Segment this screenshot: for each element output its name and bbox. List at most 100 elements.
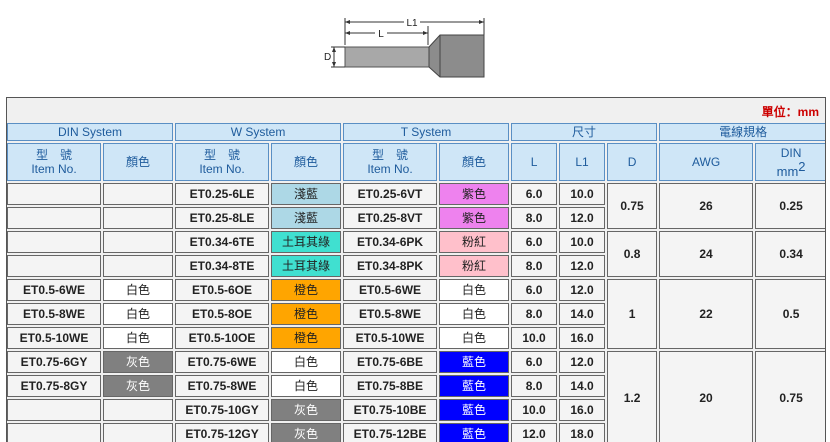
l1-cell: 12.0 (559, 207, 606, 229)
d-arrow-top (332, 47, 336, 52)
t-item-cell: ET0.34-6PK (343, 231, 438, 253)
l-label: L (378, 29, 384, 40)
t-item-cell: ET0.5-6WE (343, 279, 438, 301)
din-mm2-cell: 0.75 (755, 351, 825, 442)
w-item-cell: ET0.34-6TE (175, 231, 270, 253)
table-row: ET0.5-6WE 白色 ET0.5-6OE 橙色 ET0.5-6WE 白色 6.0 12.0… (7, 279, 825, 349)
l1-cell: 12.0 (559, 351, 606, 373)
t-color-swatch: 粉紅 (439, 231, 510, 253)
t-color-swatch: 白色 (439, 327, 510, 349)
d-cell: 1.2 (607, 351, 658, 442)
din-color-swatch (103, 399, 174, 421)
l-header: L (511, 143, 558, 181)
din-item-cell (7, 207, 101, 229)
t-color-swatch: 藍色 (439, 375, 510, 397)
unit-bar: 單位：mm (7, 98, 825, 123)
din-item-cell: ET0.75-8GY (7, 375, 101, 397)
w-item-cell: ET0.25-8LE (175, 207, 270, 229)
t-color-swatch: 白色 (439, 279, 510, 301)
w-color-swatch: 灰色 (271, 399, 342, 421)
ferrule-dimension-diagram: L1 L D (324, 15, 485, 78)
l1-arrow-right (479, 20, 484, 24)
din-item-cell: ET0.5-8WE (7, 303, 101, 325)
ferrule-spec-sheet: 單位：mm DIN System W System T System 尺寸 電線… (6, 97, 826, 442)
t-item-cell: ET0.34-8PK (343, 255, 438, 277)
l-arrow-right (423, 31, 428, 35)
din-mm2-header: DIN mm2 (755, 143, 825, 181)
din-item-header: 型 號 Item No. (7, 143, 101, 181)
awg-cell: 26 (659, 183, 754, 229)
din-item-cell (7, 255, 101, 277)
l-cell: 10.0 (511, 399, 558, 421)
table-row: ET0.25-6LE 淺藍 ET0.25-6VT 紫色 6.0 10.0 0.75 26 0.2… (7, 183, 825, 229)
l-cell: 6.0 (511, 231, 558, 253)
din-item-cell: ET0.5-10WE (7, 327, 101, 349)
t-item-cell: ET0.5-8WE (343, 303, 438, 325)
w-color-swatch: 淺藍 (271, 183, 342, 205)
w-item-cell: ET0.75-8WE (175, 375, 270, 397)
w-system-header: W System (175, 123, 342, 141)
t-item-cell: ET0.75-8BE (343, 375, 438, 397)
t-color-swatch: 白色 (439, 303, 510, 325)
w-item-cell: ET0.5-6OE (175, 279, 270, 301)
din-color-swatch (103, 207, 174, 229)
din-item-cell (7, 231, 101, 253)
t-color-swatch: 紫色 (439, 183, 510, 205)
din-color-swatch: 白色 (103, 279, 174, 301)
d-cell: 1 (607, 279, 658, 349)
l-arrow-left (345, 31, 350, 35)
t-item-header: 型 號 Item No. (343, 143, 438, 181)
l-cell: 8.0 (511, 255, 558, 277)
w-color-swatch: 土耳其綠 (271, 255, 342, 277)
w-item-cell: ET0.75-6WE (175, 351, 270, 373)
w-item-cell: ET0.5-10OE (175, 327, 270, 349)
din-color-swatch (103, 423, 174, 442)
l-cell: 8.0 (511, 207, 558, 229)
din-system-header: DIN System (7, 123, 174, 141)
l1-arrow-left (345, 20, 350, 24)
t-item-cell: ET0.75-12BE (343, 423, 438, 442)
l1-cell: 18.0 (559, 423, 606, 442)
t-item-cell: ET0.5-10WE (343, 327, 438, 349)
t-item-cell: ET0.75-10BE (343, 399, 438, 421)
l1-cell: 10.0 (559, 231, 606, 253)
w-color-swatch: 白色 (271, 351, 342, 373)
awg-cell: 20 (659, 351, 754, 442)
din-mm2-cell: 0.5 (755, 279, 825, 349)
column-header-row: 型 號 Item No. 顏色 型 號 Item No. 顏色 型 號 Item No… (7, 143, 825, 181)
t-color-swatch: 粉紅 (439, 255, 510, 277)
wire-spec-header: 電線規格 (659, 123, 825, 141)
w-color-swatch: 土耳其綠 (271, 231, 342, 253)
w-color-header: 顏色 (271, 143, 342, 181)
l1-cell: 12.0 (559, 279, 606, 301)
d-header: D (607, 143, 658, 181)
l-cell: 6.0 (511, 351, 558, 373)
w-color-swatch: 橙色 (271, 279, 342, 301)
t-color-swatch: 藍色 (439, 351, 510, 373)
table-row: ET0.75-6GY 灰色 ET0.75-6WE 白色 ET0.75-6BE 藍色 6.0 1… (7, 351, 825, 442)
l1-cell: 14.0 (559, 303, 606, 325)
l1-cell: 16.0 (559, 399, 606, 421)
t-item-cell: ET0.25-6VT (343, 183, 438, 205)
ferrule-spec-table: DIN System W System T System 尺寸 電線規格 型 號… (7, 121, 825, 442)
din-color-swatch: 白色 (103, 303, 174, 325)
w-color-swatch: 橙色 (271, 327, 342, 349)
l-cell: 12.0 (511, 423, 558, 442)
din-item-cell (7, 399, 101, 421)
w-item-header: 型 號 Item No. (175, 143, 270, 181)
spec-table-body: DIN System W System T System 尺寸 電線規格 型 號… (7, 123, 825, 442)
t-color-swatch: 紫色 (439, 207, 510, 229)
unit-label: 單位：mm (761, 105, 819, 119)
t-color-swatch: 藍色 (439, 423, 510, 442)
din-item-cell (7, 423, 101, 442)
l1-cell: 14.0 (559, 375, 606, 397)
w-item-cell: ET0.34-8TE (175, 255, 270, 277)
din-color-swatch (103, 255, 174, 277)
din-color-swatch (103, 231, 174, 253)
t-color-swatch: 藍色 (439, 399, 510, 421)
w-item-cell: ET0.5-8OE (175, 303, 270, 325)
t-item-cell: ET0.75-6BE (343, 351, 438, 373)
t-system-header: T System (343, 123, 510, 141)
din-color-header: 顏色 (103, 143, 174, 181)
din-item-cell: ET0.5-6WE (7, 279, 101, 301)
